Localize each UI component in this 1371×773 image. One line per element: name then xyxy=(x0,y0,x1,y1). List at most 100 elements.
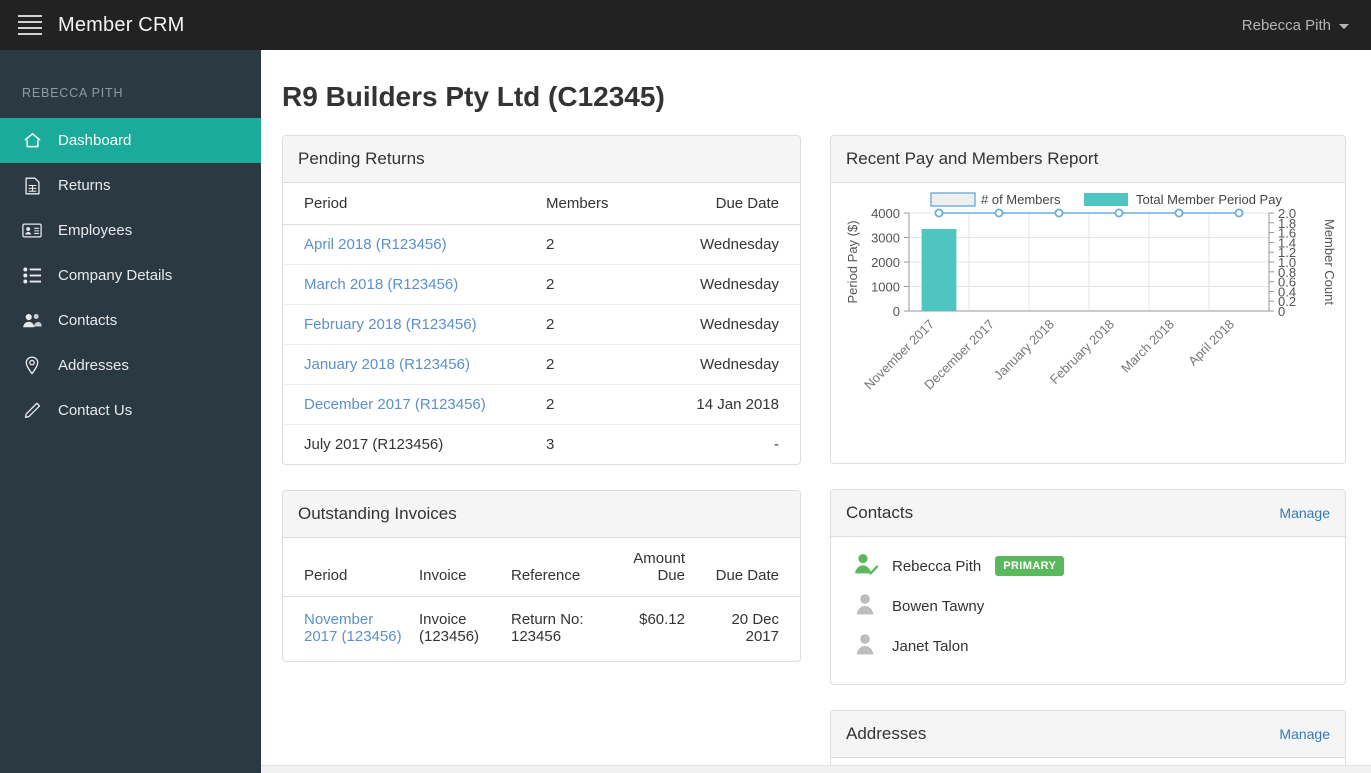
svg-text:April 2018: April 2018 xyxy=(1185,317,1237,369)
sidebar-item-company-details[interactable]: Company Details xyxy=(0,253,261,298)
return-period-link[interactable]: December 2017 (R123456) xyxy=(304,396,486,413)
recent-pay-report-header: Recent Pay and Members Report xyxy=(831,136,1345,183)
return-members: 2 xyxy=(546,236,555,253)
column-header-period: Period xyxy=(283,538,411,597)
return-members: 3 xyxy=(538,424,668,464)
sidebar-item-addresses[interactable]: Addresses xyxy=(0,343,261,388)
svg-text:March 2018: March 2018 xyxy=(1118,317,1177,376)
document-icon xyxy=(22,176,42,196)
outstanding-invoices-table: Period Invoice Reference Amount Due Due … xyxy=(283,538,800,661)
right-column: Recent Pay and Members Report 0 1000 2000 3… xyxy=(830,135,1346,773)
sidebar-item-label: Returns xyxy=(58,177,111,194)
sidebar-item-contact-us[interactable]: Contact Us xyxy=(0,388,261,433)
svg-text:Total Member Period Pay: Total Member Period Pay xyxy=(1136,192,1282,207)
return-period-link[interactable]: January 2018 (R123456) xyxy=(304,356,470,373)
column-header-reference: Reference xyxy=(503,538,613,597)
addresses-panel: Addresses Manage Street Address 26 Baker… xyxy=(830,710,1346,773)
return-members: 2 xyxy=(538,264,668,305)
chart-svg: 0100020003000400000.20.40.60.81.01.21.41… xyxy=(845,192,1337,393)
list-icon xyxy=(22,266,42,286)
main-content: R9 Builders Pty Ltd (C12345) Pending Ret… xyxy=(261,50,1371,773)
user-icon xyxy=(852,631,878,662)
column-header-due-date: Due Date xyxy=(668,183,800,225)
sidebar-user-heading: REBECCA PITH xyxy=(22,86,124,100)
user-menu-label: Rebecca Pith xyxy=(1241,16,1331,34)
status-badge: PRIMARY xyxy=(995,556,1065,576)
return-period-link[interactable]: March 2018 (R123456) xyxy=(304,276,458,293)
outstanding-invoices-header: Outstanding Invoices xyxy=(283,491,800,538)
panel-title: Contacts xyxy=(846,503,914,522)
dashboard-columns: Pending Returns Period Members Due Date xyxy=(282,135,1371,773)
app-brand-title[interactable]: Member CRM xyxy=(58,14,184,37)
svg-text:Period Pay ($): Period Pay ($) xyxy=(845,220,860,303)
panel-title: Addresses xyxy=(846,724,927,743)
svg-text:0: 0 xyxy=(893,304,900,319)
sidebar-item-label: Employees xyxy=(58,222,133,239)
contact-name: Rebecca Pith xyxy=(892,557,982,575)
return-period-link[interactable]: February 2018 (R123456) xyxy=(304,316,477,333)
hamburger-icon[interactable] xyxy=(18,15,42,35)
column-header-period: Period xyxy=(283,183,538,225)
sidebar: REBECCA PITH Dashboard Returns Employees… xyxy=(0,50,261,773)
sidebar-item-returns[interactable]: Returns xyxy=(0,163,261,208)
left-column: Pending Returns Period Members Due Date xyxy=(282,135,801,773)
pending-returns-body: Period Members Due Date April 2018 (R123… xyxy=(283,183,800,464)
manage-addresses-link[interactable]: Manage xyxy=(1279,726,1330,742)
return-due-date: - xyxy=(668,424,800,464)
svg-text:3000: 3000 xyxy=(871,231,900,246)
table-row: November 2017 (123456) Invoice (123456) … xyxy=(283,597,800,662)
recent-pay-report-panel: Recent Pay and Members Report 0 1000 2000 3… xyxy=(830,135,1346,464)
sidebar-item-employees[interactable]: Employees xyxy=(0,208,261,253)
table-header-row: Period Members Due Date xyxy=(283,183,800,225)
user-icon xyxy=(852,591,878,622)
column-header-invoice: Invoice xyxy=(411,538,503,597)
column-header-due-date: Due Date xyxy=(693,538,800,597)
page-title: R9 Builders Pty Ltd (C12345) xyxy=(282,81,665,112)
pending-returns-rows: April 2018 (R123456) 2 Wednesday March 2… xyxy=(283,225,800,464)
table-row: December 2017 (R123456) 2 14 Jan 2018 xyxy=(283,384,800,425)
list-item[interactable]: Janet Talon xyxy=(831,626,1345,666)
panel-title: Outstanding Invoices xyxy=(298,504,457,523)
svg-text:Member Count: Member Count xyxy=(1322,219,1337,305)
user-menu[interactable]: Rebecca Pith xyxy=(1242,17,1349,34)
table-row: July 2017 (R123456) 3 - xyxy=(283,424,800,464)
table-row: January 2018 (R123456) 2 Wednesday xyxy=(283,344,800,385)
contacts-panel: Contacts Manage Rebecca Pith PRIMARY Bow… xyxy=(830,489,1346,685)
pencil-icon xyxy=(22,401,42,421)
return-due-date: Wednesday xyxy=(668,344,800,385)
column-header-members: Members xyxy=(538,183,668,225)
svg-text:1000: 1000 xyxy=(871,280,900,295)
user-check-icon xyxy=(852,551,879,582)
horizontal-scrollbar[interactable] xyxy=(261,765,1371,773)
home-icon xyxy=(22,131,42,151)
sidebar-item-label: Company Details xyxy=(58,267,173,284)
sidebar-item-dashboard[interactable]: Dashboard xyxy=(0,118,261,163)
contacts-header: Contacts Manage xyxy=(831,490,1345,537)
panel-title: Pending Returns xyxy=(298,149,425,168)
id-card-icon xyxy=(22,221,42,241)
pending-returns-panel: Pending Returns Period Members Due Date xyxy=(282,135,801,465)
svg-text:# of Members: # of Members xyxy=(981,192,1061,207)
svg-text:4000: 4000 xyxy=(871,206,900,221)
pay-members-chart: 0 1000 2000 3000 4000 0 0.2 0.4 0.6 0.8 1.0 1.2 1.4 1… xyxy=(831,183,1345,463)
contact-name: Janet Talon xyxy=(892,637,969,655)
list-item[interactable]: Bowen Tawny xyxy=(831,586,1345,626)
return-period-link[interactable]: April 2018 (R123456) xyxy=(304,236,447,253)
svg-text:2000: 2000 xyxy=(871,255,900,270)
return-due-date: Wednesday xyxy=(700,236,779,253)
list-item[interactable]: Rebecca Pith PRIMARY xyxy=(831,546,1345,586)
sidebar-item-label: Contacts xyxy=(58,312,118,329)
svg-text:February 2018: February 2018 xyxy=(1047,317,1117,387)
return-due-date: Wednesday xyxy=(668,304,800,345)
svg-text:January 2018: January 2018 xyxy=(991,317,1057,383)
users-icon xyxy=(22,311,42,331)
invoice-period-link[interactable]: November 2017 (123456) xyxy=(304,611,402,645)
return-due-date: Wednesday xyxy=(668,264,800,305)
manage-contacts-link[interactable]: Manage xyxy=(1279,505,1330,521)
return-members: 2 xyxy=(538,304,668,345)
pending-returns-table: Period Members Due Date April 2018 (R123… xyxy=(283,183,800,464)
sidebar-item-label: Dashboard xyxy=(58,132,132,149)
return-members: 2 xyxy=(538,384,668,425)
return-period-text: July 2017 (R123456) xyxy=(283,424,538,464)
sidebar-item-contacts[interactable]: Contacts xyxy=(0,298,261,343)
